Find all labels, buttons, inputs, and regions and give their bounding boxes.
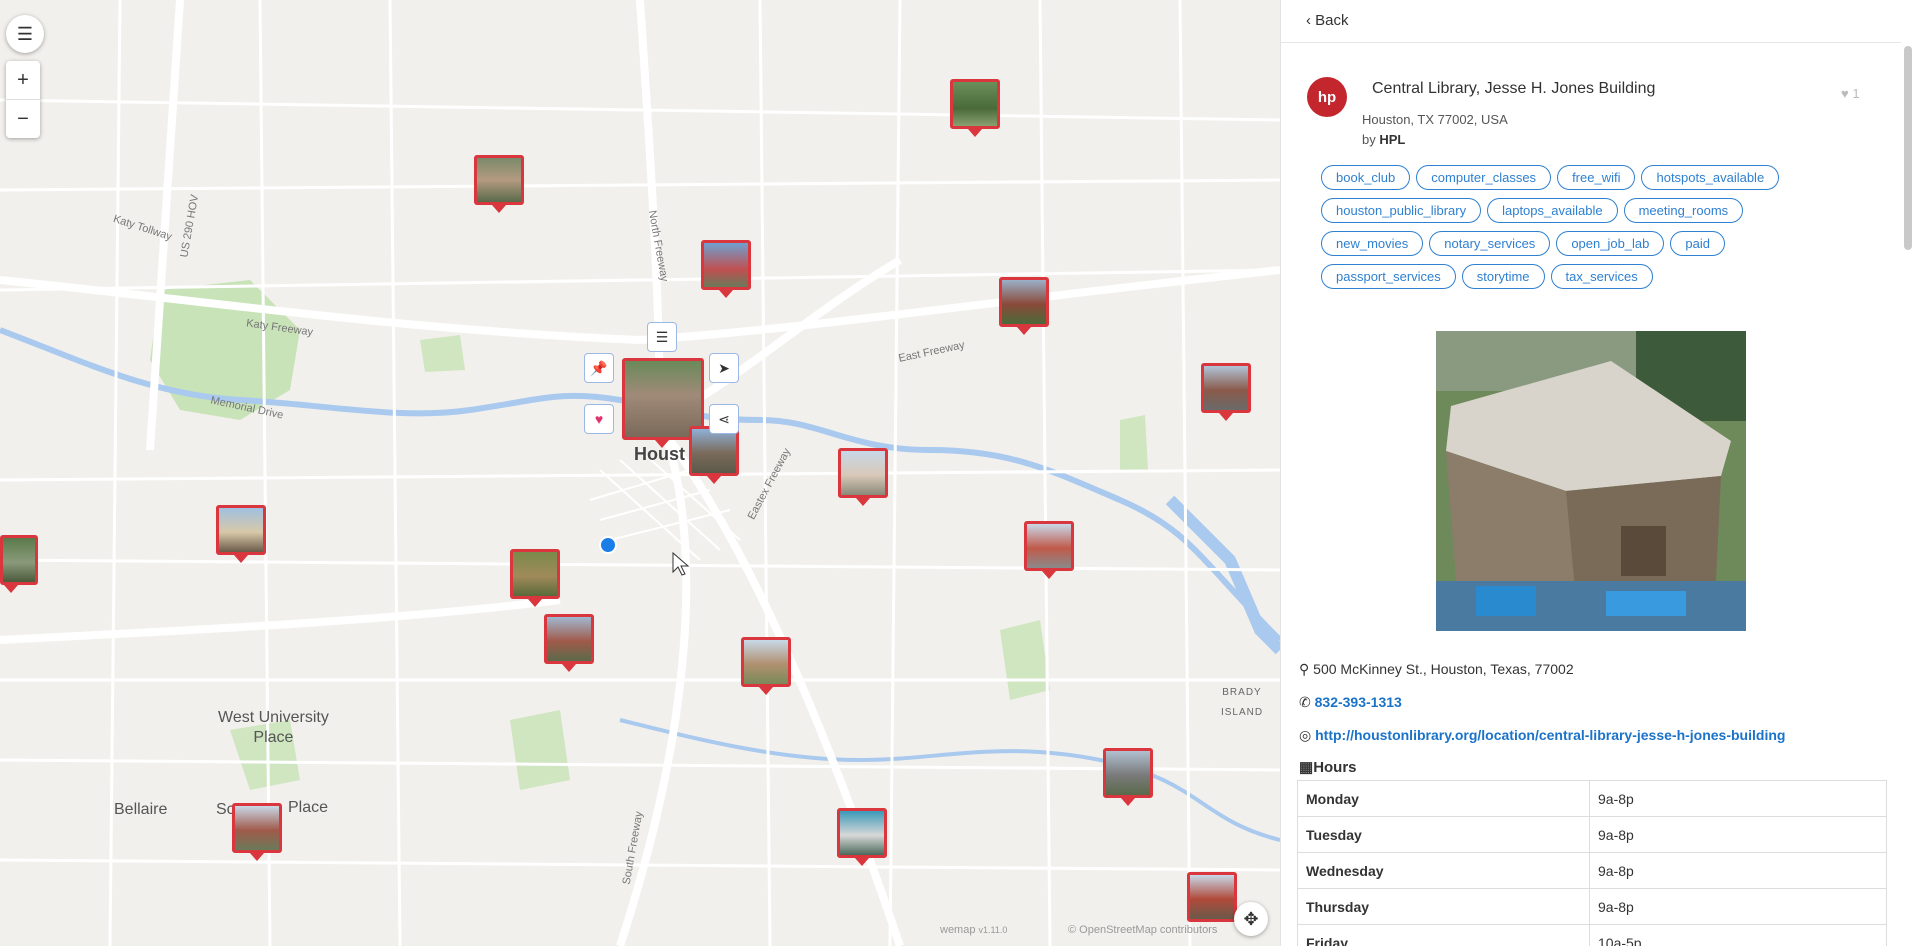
- table-row: Thursday 9a-8p: [1297, 888, 1887, 925]
- pin-tail: [855, 858, 869, 866]
- library-pin[interactable]: [837, 808, 887, 858]
- place-label: Bellaire: [114, 801, 168, 818]
- author-line: by HPL: [1362, 132, 1406, 147]
- navigate-icon[interactable]: ➤: [709, 353, 739, 383]
- wemap-attribution[interactable]: wemap v1.11.0: [940, 924, 1007, 936]
- pin-tail: [1219, 413, 1233, 421]
- author-link[interactable]: HPL: [1379, 132, 1405, 147]
- library-pin[interactable]: [544, 614, 594, 664]
- library-pin[interactable]: [0, 535, 38, 585]
- library-pin[interactable]: [1187, 872, 1237, 922]
- calendar-icon: ▦: [1299, 759, 1314, 776]
- tag[interactable]: new_movies: [1321, 231, 1424, 256]
- library-pin[interactable]: [1201, 363, 1251, 413]
- list-icon[interactable]: ☰: [647, 322, 677, 352]
- tag[interactable]: laptops_available: [1487, 198, 1618, 223]
- zoom-in-button[interactable]: +: [6, 61, 40, 99]
- pin-icon[interactable]: 📌: [584, 353, 614, 383]
- globe-icon: ◎: [1299, 727, 1312, 743]
- phone-row: ✆ 832-393-1313: [1299, 694, 1402, 711]
- menu-icon[interactable]: ☰: [6, 15, 44, 53]
- table-row: Monday 9a-8p: [1297, 780, 1887, 817]
- scrollbar[interactable]: [1904, 46, 1912, 250]
- tag[interactable]: storytime: [1461, 264, 1545, 289]
- pin-tail: [1121, 798, 1135, 806]
- table-row: Tuesday 9a-8p: [1297, 816, 1887, 853]
- tag-list: book_club computer_classes free_wifi hotspo…: [1321, 165, 1841, 297]
- place-photo[interactable]: [1436, 331, 1746, 631]
- divider: [1281, 42, 1901, 43]
- zoom-control: + −: [6, 61, 40, 138]
- pin-tail: [492, 205, 506, 213]
- detail-panel: ‹ Back hp Central Library, Jesse H. Jone…: [1280, 0, 1914, 946]
- pin-tail: [528, 599, 542, 607]
- pin-tail: [562, 664, 576, 672]
- pin-tail: [1017, 327, 1031, 335]
- publisher-logo[interactable]: hp: [1307, 77, 1347, 117]
- pin-tail: [707, 476, 721, 484]
- library-pin[interactable]: [741, 637, 791, 687]
- website-row: ◎ http://houstonlibrary.org/location/cen…: [1299, 727, 1785, 744]
- place-location: Houston, TX 77002, USA: [1362, 112, 1508, 127]
- chevron-left-icon: ‹: [1306, 12, 1316, 29]
- tag[interactable]: meeting_rooms: [1623, 198, 1744, 223]
- place-title: Central Library, Jesse H. Jones Building: [1372, 80, 1656, 97]
- pin-tail: [1042, 571, 1056, 579]
- tag[interactable]: hotspots_available: [1641, 165, 1780, 190]
- map-marker-icon: ⚲: [1299, 661, 1310, 677]
- library-pin[interactable]: [1024, 521, 1074, 571]
- phone-link[interactable]: 832-393-1313: [1315, 694, 1402, 710]
- pin-tail: [719, 290, 733, 298]
- library-pin[interactable]: [999, 277, 1049, 327]
- address-row: ⚲ 500 McKinney St., Houston, Texas, 7700…: [1299, 661, 1574, 677]
- tag[interactable]: free_wifi: [1557, 165, 1636, 190]
- map-view[interactable]: Katy Tollway Katy Freeway Memorial Drive…: [0, 0, 1280, 946]
- hours-heading: ▦Hours: [1299, 759, 1357, 776]
- share-icon[interactable]: ⋖: [709, 404, 739, 434]
- tag[interactable]: passport_services: [1321, 264, 1456, 289]
- tag[interactable]: book_club: [1321, 165, 1411, 190]
- library-pin[interactable]: [701, 240, 751, 290]
- tag[interactable]: computer_classes: [1416, 165, 1552, 190]
- library-pin[interactable]: [232, 803, 282, 853]
- library-pin[interactable]: [1103, 748, 1153, 798]
- tag[interactable]: paid: [1670, 231, 1725, 256]
- library-pin[interactable]: [838, 448, 888, 498]
- tag[interactable]: notary_services: [1429, 231, 1551, 256]
- library-pin[interactable]: [474, 155, 524, 205]
- table-row: Wednesday 9a-8p: [1297, 852, 1887, 889]
- heart-icon[interactable]: ♥: [584, 404, 614, 434]
- hours-table: Monday 9a-8p Tuesday 9a-8p Wednesday 9a-8p …: [1297, 780, 1887, 946]
- library-pin[interactable]: [510, 549, 560, 599]
- library-pin[interactable]: [950, 79, 1000, 129]
- pin-tail: [968, 129, 982, 137]
- pin-tail: [759, 687, 773, 695]
- place-label: Place: [288, 799, 329, 816]
- pin-tail: [655, 440, 669, 448]
- tag[interactable]: houston_public_library: [1321, 198, 1482, 223]
- pin-tail: [234, 555, 248, 563]
- table-row: Friday 10a-5p: [1297, 924, 1887, 946]
- library-pin[interactable]: [216, 505, 266, 555]
- phone-icon: ✆: [1299, 694, 1311, 710]
- zoom-out-button[interactable]: −: [6, 99, 40, 138]
- recenter-icon[interactable]: ✥: [1234, 902, 1268, 936]
- place-label: West University Place: [218, 709, 329, 746]
- osm-attribution[interactable]: © OpenStreetMap contributors: [1068, 924, 1217, 936]
- tag[interactable]: open_job_lab: [1556, 231, 1665, 256]
- pin-tail: [250, 853, 264, 861]
- like-button[interactable]: ♥ 1: [1841, 86, 1860, 101]
- place-label: BRADY ISLAND: [1220, 687, 1264, 718]
- map-base: [0, 0, 1280, 946]
- website-link[interactable]: http://houstonlibrary.org/location/centr…: [1315, 727, 1785, 743]
- tag[interactable]: tax_services: [1550, 264, 1653, 289]
- back-button[interactable]: ‹ Back: [1306, 12, 1349, 29]
- pin-tail: [4, 585, 18, 593]
- pin-tail: [856, 498, 870, 506]
- heart-icon: ♥: [1841, 86, 1849, 101]
